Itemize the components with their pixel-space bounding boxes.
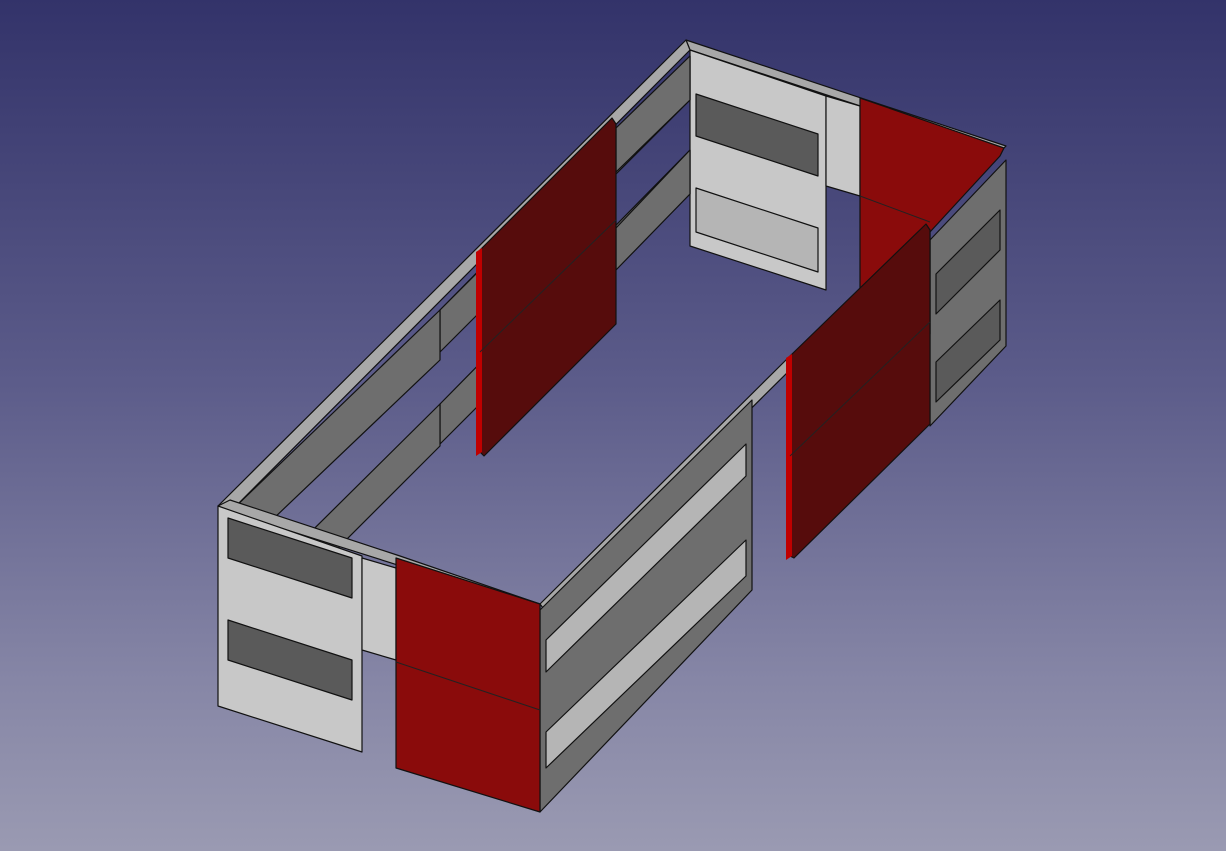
selected-panel-back-left[interactable] [476, 117, 617, 457]
3d-viewport[interactable] [0, 0, 1226, 851]
3d-model-scene[interactable] [0, 0, 1226, 851]
